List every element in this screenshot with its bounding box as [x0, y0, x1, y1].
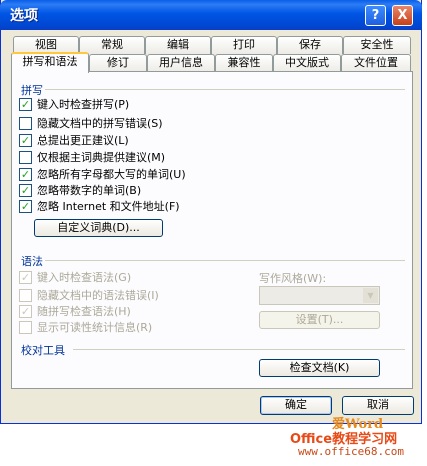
hide-grammar-errors: 隐藏文档中的语法错误(I)	[19, 287, 159, 303]
checkbox[interactable]	[19, 150, 32, 164]
tab-general[interactable]: 常规	[79, 36, 145, 54]
check-grammar-as-you-type: ✓ 键入时检查语法(G)	[19, 269, 131, 285]
option-label: 仅根据主词典提供建议(M)	[37, 151, 166, 164]
tab-user-info[interactable]: 用户信息	[147, 54, 215, 72]
checkbox[interactable]: ✓	[19, 133, 32, 147]
show-readability-stats: 显示可读性统计信息(R)	[19, 319, 152, 335]
options-dialog: 选项 ? X 视图 常规 编辑 打印 保存 安全性 拼写和语法 修订 用户信息 …	[0, 0, 422, 424]
watermark-logo: 爱Word Office教程学习网 www.office68.com	[290, 413, 427, 463]
writing-style-select: ▼	[259, 286, 380, 305]
checkbox: ✓	[19, 304, 32, 318]
suggest-from-main-dict-only[interactable]: 仅根据主词典提供建议(M)	[19, 149, 165, 165]
tab-print[interactable]: 打印	[211, 36, 277, 54]
option-label: 隐藏文档中的语法错误(I)	[37, 289, 159, 302]
checkbox[interactable]	[19, 116, 32, 130]
watermark-url: www.office68.com	[298, 445, 404, 458]
checkbox[interactable]: ✓	[19, 167, 32, 181]
proofing-section-title: 校对工具	[21, 344, 65, 357]
option-label: 键入时检查语法(G)	[37, 271, 132, 284]
checkbox: ✓	[19, 270, 32, 284]
checkbox[interactable]: ✓	[19, 183, 32, 197]
grammar-section-title: 语法	[21, 255, 43, 268]
check-document-button[interactable]: 检查文档(K)	[259, 359, 380, 377]
title-bar[interactable]: 选项 ? X	[0, 0, 422, 30]
tab-save[interactable]: 保存	[277, 36, 343, 54]
tab-file-locations[interactable]: 文件位置	[341, 54, 411, 72]
option-label: 总提出更正建议(L)	[37, 134, 129, 147]
option-label: 显示可读性统计信息(R)	[37, 321, 153, 334]
checkbox	[19, 320, 32, 334]
tab-spelling-grammar[interactable]: 拼写和语法	[11, 52, 89, 73]
option-label: 忽略 Internet 和文件地址(F)	[37, 200, 180, 213]
custom-dictionaries-button[interactable]: 自定义词典(D)...	[34, 219, 163, 237]
option-label: 随拼写检查语法(H)	[37, 305, 131, 318]
check-grammar-with-spelling: ✓ 随拼写检查语法(H)	[19, 303, 131, 319]
ignore-uppercase-words[interactable]: ✓ 忽略所有字母都大写的单词(U)	[19, 166, 186, 182]
separator	[45, 260, 405, 261]
close-button[interactable]: X	[392, 5, 413, 26]
writing-style-label: 写作风格(W):	[259, 272, 327, 285]
tab-chinese-layout[interactable]: 中文版式	[273, 54, 341, 72]
option-label: 忽略所有字母都大写的单词(U)	[37, 168, 186, 181]
tab-compatibility[interactable]: 兼容性	[215, 54, 273, 72]
checkbox[interactable]: ✓	[19, 199, 32, 213]
chevron-down-icon: ▼	[363, 288, 378, 303]
tab-track-changes[interactable]: 修订	[89, 54, 147, 72]
tab-security[interactable]: 安全性	[343, 36, 411, 54]
always-suggest-corrections[interactable]: ✓ 总提出更正建议(L)	[19, 132, 129, 148]
separator	[45, 89, 405, 90]
checkbox[interactable]: ✓	[19, 97, 32, 111]
tab-edit[interactable]: 编辑	[145, 36, 211, 54]
option-label: 忽略带数字的单词(B)	[37, 184, 142, 197]
dialog-title: 选项	[10, 8, 38, 24]
hide-spelling-errors[interactable]: 隐藏文档中的拼写错误(S)	[19, 115, 163, 131]
ignore-internet-addresses[interactable]: ✓ 忽略 Internet 和文件地址(F)	[19, 198, 180, 214]
checkbox	[19, 288, 32, 302]
ignore-words-with-numbers[interactable]: ✓ 忽略带数字的单词(B)	[19, 182, 141, 198]
grammar-settings-button: 设置(T)...	[259, 311, 380, 329]
option-label: 隐藏文档中的拼写错误(S)	[37, 117, 163, 130]
help-button[interactable]: ?	[365, 5, 386, 26]
option-label: 键入时检查拼写(P)	[37, 98, 130, 111]
separator	[73, 349, 405, 350]
check-spelling-as-you-type[interactable]: ✓ 键入时检查拼写(P)	[19, 96, 129, 112]
